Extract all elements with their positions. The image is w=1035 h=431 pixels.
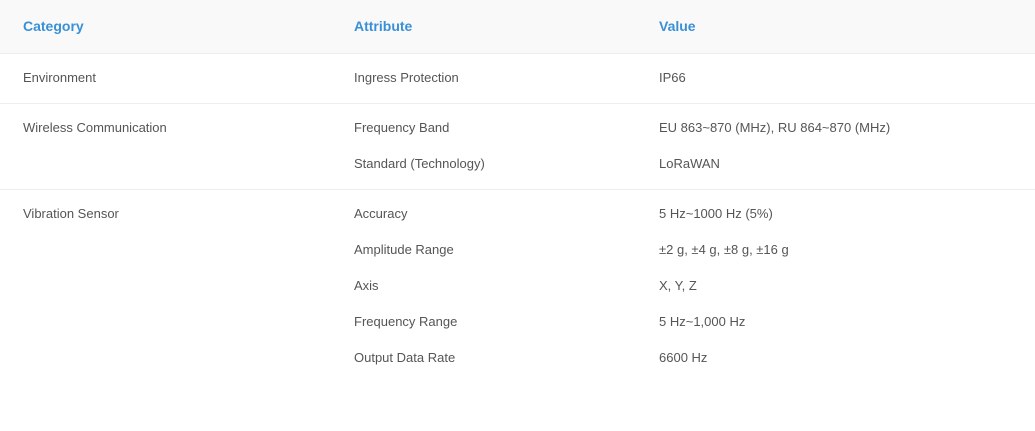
group-wireless-communication: Wireless Communication Frequency Band EU… [0, 103, 1035, 189]
header-category: Category [23, 18, 84, 34]
attribute-cell: Frequency Range [354, 314, 458, 329]
value-cell: EU 863~870 (MHz), RU 864~870 (MHz) [659, 120, 891, 135]
value-cell: 5 Hz~1,000 Hz [659, 314, 746, 329]
value-cell: X, Y, Z [659, 278, 697, 293]
value-cell: LoRaWAN [659, 156, 720, 171]
category-cell: Wireless Communication [23, 120, 167, 135]
header-value: Value [659, 18, 696, 34]
category-cell: Environment [23, 70, 96, 85]
value-cell: 5 Hz~1000 Hz (5%) [659, 206, 773, 221]
category-cell: Vibration Sensor [23, 206, 119, 221]
attribute-cell: Amplitude Range [354, 242, 454, 257]
group-environment: Environment Ingress Protection IP66 [0, 53, 1035, 103]
attribute-cell: Ingress Protection [354, 70, 459, 85]
spec-table: Category Attribute Value Environment Ing… [0, 0, 1035, 380]
attribute-cell: Axis [354, 278, 379, 293]
attribute-cell: Accuracy [354, 206, 408, 221]
attribute-cell: Standard (Technology) [354, 156, 485, 171]
header-attribute: Attribute [354, 18, 413, 34]
value-cell: ±2 g, ±4 g, ±8 g, ±16 g [659, 242, 789, 257]
value-cell: 6600 Hz [659, 350, 708, 365]
table-header: Category Attribute Value [0, 0, 1035, 53]
group-vibration-sensor: Vibration Sensor Accuracy 5 Hz~1000 Hz (… [0, 189, 1035, 380]
value-cell: IP66 [659, 70, 686, 85]
attribute-cell: Output Data Rate [354, 350, 456, 365]
attribute-cell: Frequency Band [354, 120, 450, 135]
